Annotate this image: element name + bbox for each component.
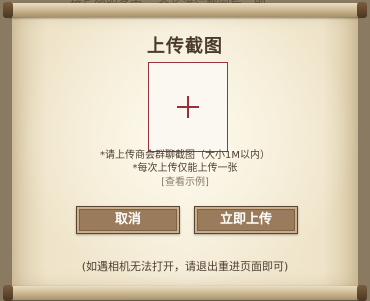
roller-cap-left — [3, 2, 13, 18]
cancel-button[interactable]: 取消 — [76, 206, 180, 234]
scroll-top-roller — [3, 2, 367, 18]
view-example-link[interactable]: [查看示例] — [12, 173, 358, 188]
dialog-title: 上传截图 — [147, 36, 223, 57]
scroll-bottom-roller — [3, 285, 367, 301]
roller-cap-left — [3, 285, 13, 301]
roller-cap-right — [357, 2, 367, 18]
camera-hint: (如遇相机无法打开，请退出重进页面即可) — [81, 260, 289, 273]
roller-cap-right — [357, 285, 367, 301]
upload-note-count: *每次上传仅能上传一张 — [132, 163, 238, 174]
upload-now-button[interactable]: 立即上传 — [194, 206, 298, 234]
scroll-dialog: 上传截图 *请上传商会群聊截图（大小1M以内） *每次上传仅能上传一张 [查看示… — [12, 12, 358, 290]
plus-icon — [177, 96, 199, 118]
image-upload-box[interactable] — [148, 62, 228, 152]
